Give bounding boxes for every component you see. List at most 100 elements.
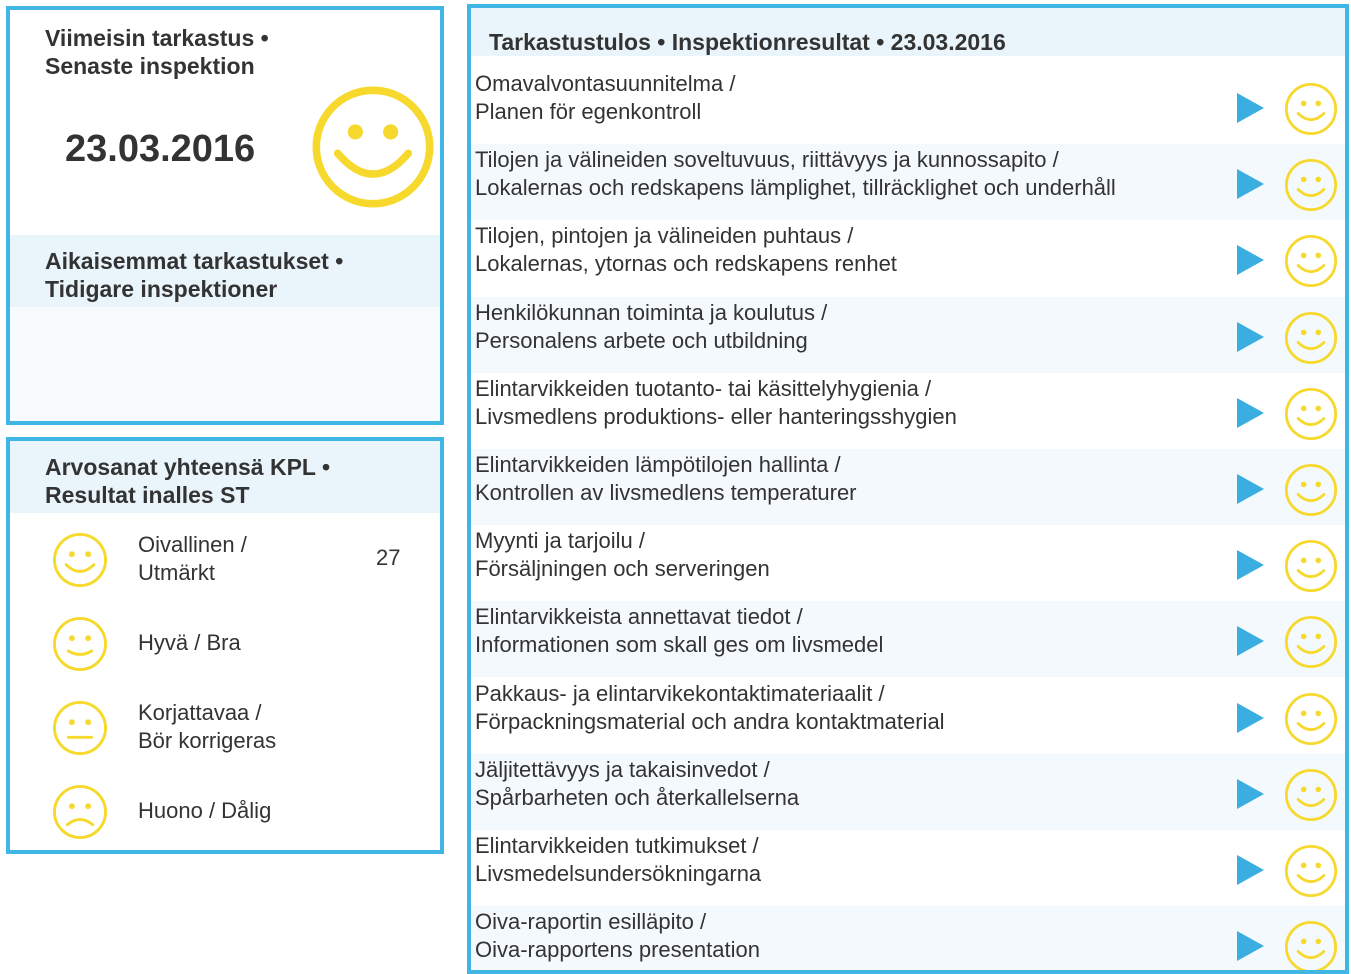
grade-label: Korjattavaa / Bör korrigeras xyxy=(138,699,276,755)
criterion-fi: Elintarvikkeiden tutkimukset / xyxy=(475,833,759,858)
inspection-results-header: Tarkastustulos • Inspektionresultat • 23… xyxy=(471,8,1345,56)
expand-arrow-icon[interactable] xyxy=(1235,930,1265,962)
criterion-sv: Livsmedlens produktions- eller hantering… xyxy=(475,403,957,429)
criterion-sv: Planen för egenkontroll xyxy=(475,99,702,124)
latest-title-fi: Viimeisin tarkastus • xyxy=(45,25,269,51)
criterion-sv: Förpackningsmaterial och andra kontaktma… xyxy=(475,708,945,734)
previous-inspections-list xyxy=(10,307,440,421)
criterion-fi: Pakkaus- ja elintarvikekontaktimateriaal… xyxy=(475,680,885,706)
result-row: Oiva-raportin esilläpito / Oiva-rapporten… xyxy=(471,906,1345,970)
grade-label: Oivallinen / Utmärkt xyxy=(138,531,247,587)
excellent-smiley-icon xyxy=(1283,386,1339,442)
grade-label-line2: Utmärkt xyxy=(138,560,215,585)
happy-smiley-icon xyxy=(312,86,434,208)
result-criterion: Elintarvikkeiden lämpötilojen hallinta /… xyxy=(475,451,857,507)
criterion-fi: Tilojen ja välineiden soveltuvuus, riitt… xyxy=(475,147,1059,173)
criterion-sv: Livsmedelsundersökningarna xyxy=(475,861,762,886)
criterion-sv: Personalens arbete och utbildning xyxy=(475,327,808,353)
criterion-fi: Omavalvontasuunnitelma / xyxy=(475,71,736,96)
result-criterion: Pakkaus- ja elintarvikekontaktimateriaal… xyxy=(475,680,945,736)
expand-arrow-icon[interactable] xyxy=(1235,473,1265,505)
grade-row-excellent: Oivallinen / Utmärkt 27 xyxy=(10,517,440,601)
result-criterion: Elintarvikkeiden tutkimukset / Livsmedels… xyxy=(475,832,761,888)
result-row: Elintarvikkeiden tutkimukset / Livsmedels… xyxy=(471,830,1345,906)
criterion-fi: Myynti ja tarjoilu / xyxy=(475,528,645,554)
criterion-fi: Elintarvikkeiden lämpötilojen hallinta / xyxy=(475,452,841,477)
result-criterion: Jäljitettävyys ja takaisinvedot / Spårbar… xyxy=(475,756,799,812)
latest-inspection-title: Viimeisin tarkastus • Senaste inspektion xyxy=(45,24,269,80)
good-smiley-icon xyxy=(51,615,109,673)
inspection-results-title: Tarkastustulos • Inspektionresultat • 23… xyxy=(489,29,1006,55)
criterion-fi: Henkilökunnan toiminta ja koulutus / xyxy=(475,299,828,325)
previous-title-sv: Tidigare inspektioner xyxy=(45,276,278,302)
sad-smiley-icon xyxy=(51,783,109,841)
excellent-smiley-icon xyxy=(1283,310,1339,366)
previous-inspections-header: Aikaisemmat tarkastukset • Tidigare insp… xyxy=(10,235,440,307)
latest-title-sv: Senaste inspektion xyxy=(45,53,255,79)
result-row: Henkilökunnan toiminta ja koulutus / Pers… xyxy=(471,296,1345,373)
grade-row-poor: Huono / Dålig xyxy=(10,769,440,850)
excellent-smiley-icon xyxy=(1283,157,1339,213)
result-criterion: Henkilökunnan toiminta ja koulutus / Pers… xyxy=(475,299,827,355)
expand-arrow-icon[interactable] xyxy=(1235,549,1265,581)
result-criterion: Oiva-raportin esilläpito / Oiva-rapporten… xyxy=(475,908,760,964)
totals-title-fi: Arvosanat yhteensä KPL • xyxy=(45,454,331,480)
criterion-sv: Försäljningen och serveringen xyxy=(475,556,770,582)
excellent-smiley-icon xyxy=(1283,462,1339,518)
result-row: Elintarvikkeista annettavat tiedot / Info… xyxy=(471,601,1345,678)
grade-label: Hyvä / Bra xyxy=(138,630,241,655)
excellent-smiley-icon xyxy=(1283,843,1339,899)
expand-arrow-icon[interactable] xyxy=(1235,702,1265,734)
neutral-smiley-icon xyxy=(51,699,109,757)
excellent-smiley-icon xyxy=(1283,81,1339,137)
excellent-smiley-icon xyxy=(1283,919,1339,970)
grade-row-good: Hyvä / Bra xyxy=(10,601,440,685)
result-row: Pakkaus- ja elintarvikekontaktimateriaal… xyxy=(471,678,1345,754)
excellent-smiley-icon xyxy=(1283,614,1339,670)
result-row: Jäljitettävyys ja takaisinvedot / Spårbar… xyxy=(471,753,1345,830)
result-criterion: Elintarvikkeista annettavat tiedot / Info… xyxy=(475,603,883,659)
expand-arrow-icon[interactable] xyxy=(1235,321,1265,353)
grade-totals-panel: Arvosanat yhteensä KPL • Resultat inalle… xyxy=(6,437,444,854)
grade-label: Huono / Dålig xyxy=(138,798,272,823)
result-criterion: Tilojen, pintojen ja välineiden puhtaus … xyxy=(475,222,897,278)
result-row: Elintarvikkeiden tuotanto- tai käsittely… xyxy=(471,373,1345,449)
criterion-fi: Elintarvikkeiden tuotanto- tai käsittely… xyxy=(475,375,932,401)
expand-arrow-icon[interactable] xyxy=(1235,397,1265,429)
result-criterion: Elintarvikkeiden tuotanto- tai käsittely… xyxy=(475,375,957,431)
result-row: Tilojen ja välineiden soveltuvuus, riitt… xyxy=(471,144,1345,221)
grade-count: 27 xyxy=(376,545,401,570)
excellent-smiley-icon xyxy=(51,531,109,589)
grade-label-line1: Oivallinen / xyxy=(138,532,247,557)
criterion-sv: Lokalernas och redskapens lämplighet, ti… xyxy=(475,175,1116,201)
criterion-fi: Jäljitettävyys ja takaisinvedot / xyxy=(475,756,770,782)
expand-arrow-icon[interactable] xyxy=(1235,168,1265,200)
previous-title-fi: Aikaisemmat tarkastukset • xyxy=(45,248,344,274)
expand-arrow-icon[interactable] xyxy=(1235,92,1265,124)
expand-arrow-icon[interactable] xyxy=(1235,244,1265,276)
criterion-sv: Oiva-rapportens presentation xyxy=(475,937,760,963)
criterion-sv: Informationen som skall ges om livsmedel xyxy=(475,632,884,658)
excellent-smiley-icon xyxy=(1283,538,1339,594)
expand-arrow-icon[interactable] xyxy=(1235,854,1265,886)
result-criterion: Myynti ja tarjoilu / Försäljningen och se… xyxy=(475,527,770,583)
criterion-fi: Oiva-raportin esilläpito / xyxy=(475,909,707,935)
result-criterion: Tilojen ja välineiden soveltuvuus, riitt… xyxy=(475,146,1116,202)
expand-arrow-icon[interactable] xyxy=(1235,625,1265,657)
latest-inspection-panel: Viimeisin tarkastus • Senaste inspektion… xyxy=(6,6,444,425)
inspection-results-panel: Tarkastustulos • Inspektionresultat • 23… xyxy=(467,4,1349,974)
expand-arrow-icon[interactable] xyxy=(1235,778,1265,810)
result-row: Omavalvontasuunnitelma / Planen för egenk… xyxy=(471,68,1345,144)
excellent-smiley-icon xyxy=(1283,767,1339,823)
grade-row-needs-correction: Korjattavaa / Bör korrigeras xyxy=(10,685,440,769)
grade-label-line1: Korjattavaa / xyxy=(138,700,262,725)
excellent-smiley-icon xyxy=(1283,233,1339,289)
criterion-sv: Kontrollen av livsmedlens temperaturer xyxy=(475,480,857,505)
result-row: Elintarvikkeiden lämpötilojen hallinta /… xyxy=(471,449,1345,525)
criterion-sv: Lokalernas, ytornas och redskapens renhe… xyxy=(475,251,897,277)
excellent-smiley-icon xyxy=(1283,691,1339,747)
grade-label-line2: Bör korrigeras xyxy=(138,728,277,753)
result-row: Myynti ja tarjoilu / Försäljningen och se… xyxy=(471,525,1345,601)
criterion-fi: Elintarvikkeista annettavat tiedot / xyxy=(475,604,803,630)
criterion-fi: Tilojen, pintojen ja välineiden puhtaus … xyxy=(475,223,854,249)
